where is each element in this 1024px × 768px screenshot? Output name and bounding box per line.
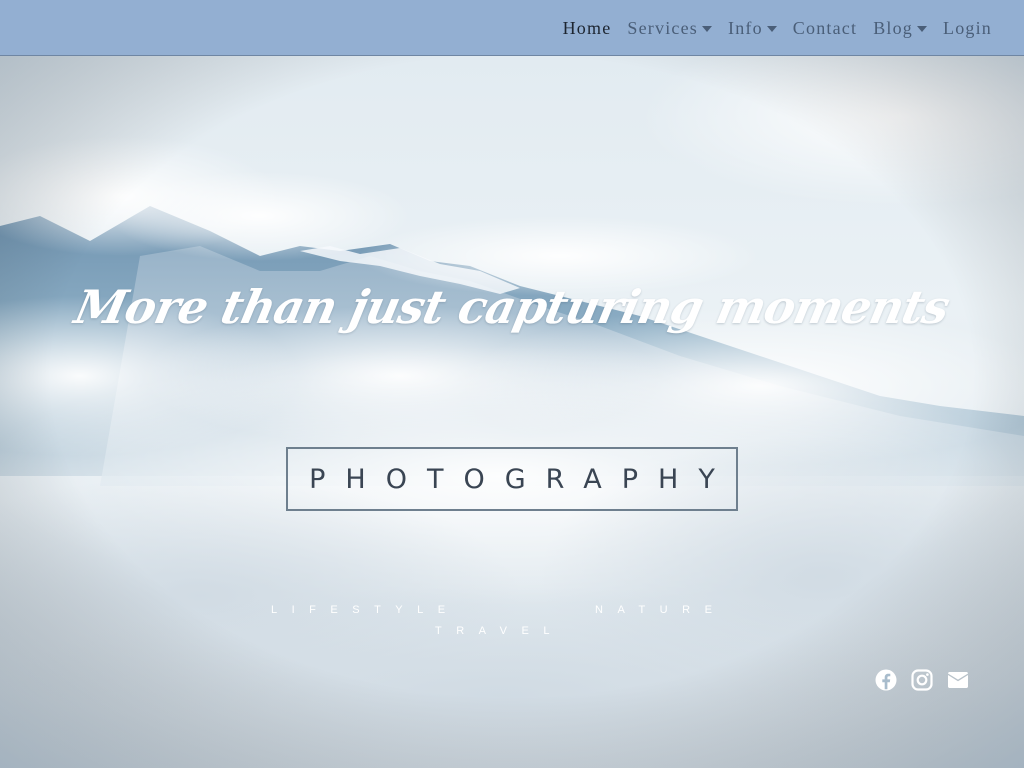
nav-label-blog: Blog — [873, 17, 913, 38]
mountain-fog-background — [0, 56, 1024, 768]
nav-link-services[interactable]: Services — [627, 18, 712, 39]
navbar: Home Services Info Contact Blog Login — [0, 0, 1024, 56]
nav-link-home[interactable]: Home — [563, 18, 612, 39]
caret-down-icon — [766, 26, 777, 32]
nav-item-info: Info — [728, 18, 777, 39]
nav-label-services: Services — [627, 17, 698, 38]
nav-item-home: Home — [563, 18, 612, 39]
envelope-icon[interactable] — [946, 668, 970, 692]
nav-item-services: Services — [627, 18, 712, 39]
nav-item-blog: Blog — [873, 18, 927, 39]
hero-section: More than just capturing moments PHOTOGR… — [0, 56, 1024, 768]
hero-headline: More than just capturing moments — [70, 280, 954, 334]
tag-travel[interactable]: TRAVEL — [435, 625, 564, 637]
tag-lifestyle[interactable]: LIFESTYLE — [271, 604, 460, 616]
photography-label: PHOTOGRAPHY — [309, 463, 735, 495]
nav-label-home: Home — [562, 17, 612, 38]
photography-box: PHOTOGRAPHY — [286, 447, 738, 511]
nav-link-contact[interactable]: Contact — [793, 18, 857, 39]
tag-nature[interactable]: NATURE — [595, 604, 726, 616]
nav-menu: Home Services Info Contact Blog Login — [563, 0, 992, 56]
nav-label-contact: Contact — [792, 17, 858, 38]
caret-down-icon — [917, 26, 927, 32]
caret-down-icon — [702, 26, 712, 32]
facebook-icon[interactable] — [874, 668, 898, 692]
instagram-icon[interactable] — [910, 668, 934, 692]
nav-link-blog[interactable]: Blog — [873, 18, 927, 39]
nav-label-login: Login — [943, 17, 992, 38]
nav-label-info: Info — [728, 17, 763, 38]
nav-link-login[interactable]: Login — [943, 18, 992, 39]
nav-item-contact: Contact — [793, 18, 857, 39]
nav-item-login: Login — [943, 18, 992, 39]
nav-link-info[interactable]: Info — [728, 18, 777, 39]
social-links — [874, 668, 970, 692]
